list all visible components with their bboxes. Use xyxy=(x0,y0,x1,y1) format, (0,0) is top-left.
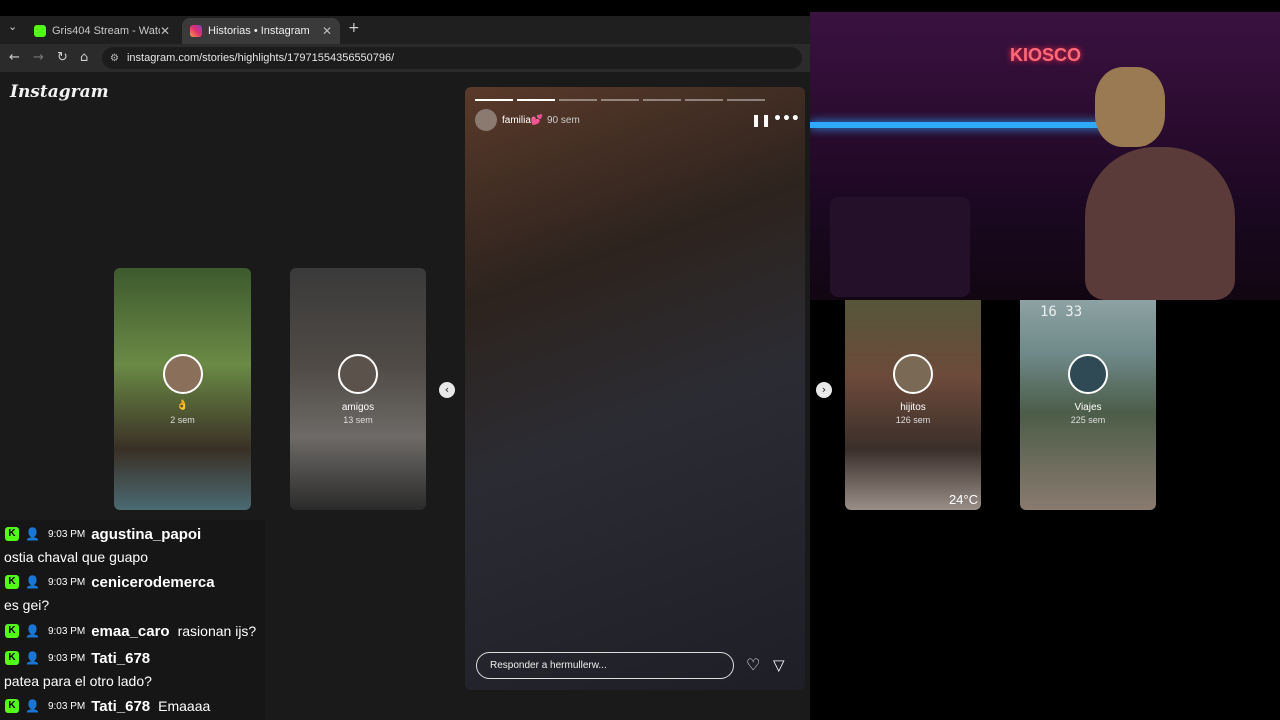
tab-title: Gris404 Stream - Watch Live o xyxy=(52,25,160,37)
progress-segment xyxy=(601,99,639,101)
close-icon[interactable]: ✕ xyxy=(322,24,332,38)
chat-username[interactable]: emaa_caro xyxy=(91,623,169,640)
highlight-age: 126 sem xyxy=(895,415,931,425)
highlight-age: 13 sem xyxy=(343,415,373,425)
story-username[interactable]: familia💕 xyxy=(502,115,543,126)
progress-segment xyxy=(475,99,513,101)
highlight-name: hijitos xyxy=(900,402,926,413)
webcam-overlay: KIOSCO xyxy=(810,12,1280,300)
progress-segment xyxy=(685,99,723,101)
progress-segment xyxy=(643,99,681,101)
url-field[interactable]: ⚙ instagram.com/stories/highlights/17971… xyxy=(102,47,802,69)
kick-badge-icon: K xyxy=(5,699,19,713)
highlight-avatar xyxy=(893,354,933,394)
reload-icon[interactable]: ↻ xyxy=(57,50,68,65)
chat-time: 9:03 PM xyxy=(47,652,86,664)
chat-text: Emaaaa xyxy=(158,698,211,714)
url-text: instagram.com/stories/highlights/1797155… xyxy=(126,52,395,64)
chat-message: K 👤 9:03 PM emaa_caro rasionan ijs? xyxy=(0,619,256,643)
kick-favicon-icon xyxy=(34,25,46,37)
chat-time: 9:03 PM xyxy=(47,625,86,637)
reply-input[interactable]: Responder a hermullerw... xyxy=(476,652,734,679)
chat-username[interactable]: Tati_678 xyxy=(91,650,150,667)
highlight-thumbnail[interactable]: 👌 2 sem xyxy=(114,268,251,510)
highlight-name: Viajes xyxy=(1074,402,1102,413)
user-icon: 👤 xyxy=(25,699,40,713)
neon-led-strip xyxy=(810,122,1110,128)
tab-instagram[interactable]: Historias • Instagram ✕ xyxy=(182,18,340,44)
highlight-emoji: 👌 xyxy=(176,400,189,411)
new-tab-button[interactable]: + xyxy=(348,20,360,36)
chat-username[interactable]: cenicerodemerca xyxy=(91,574,214,591)
site-info-icon[interactable]: ⚙ xyxy=(110,53,119,64)
progress-segment xyxy=(559,99,597,101)
chat-message: K 👤 9:03 PM cenicerodemerca xyxy=(0,570,223,594)
instagram-logo[interactable]: Instagram xyxy=(10,82,109,102)
reply-placeholder: Responder a hermullerw... xyxy=(490,660,607,671)
highlight-age: 225 sem xyxy=(1070,415,1106,425)
tab-search-icon[interactable]: ⌄ xyxy=(8,20,17,33)
tab-kick-stream[interactable]: Gris404 Stream - Watch Live o ✕ xyxy=(26,18,178,44)
chat-text: rasionan ijs? xyxy=(177,623,257,639)
close-icon[interactable]: ✕ xyxy=(160,24,170,38)
kick-badge-icon: K xyxy=(5,575,19,589)
cat-sticker xyxy=(1095,67,1165,147)
kick-badge-icon: K xyxy=(5,624,19,638)
progress-segment xyxy=(517,99,555,101)
like-heart-icon[interactable]: ♡ xyxy=(746,655,760,674)
chat-time: 9:03 PM xyxy=(47,576,86,588)
chat-time: 9:03 PM xyxy=(47,528,86,540)
clock-sticker: 16 33 xyxy=(1040,304,1083,320)
chat-username[interactable]: Tati_678 xyxy=(91,698,150,715)
next-story-arrow-icon[interactable]: › xyxy=(816,382,832,398)
story-age: 90 sem xyxy=(547,115,580,126)
highlight-name: amigos xyxy=(341,402,375,413)
chat-text: patea para el otro lado? xyxy=(4,673,152,689)
user-icon: 👤 xyxy=(25,527,40,541)
temperature-sticker: 24°C xyxy=(948,492,978,507)
pause-icon[interactable]: ❚❚ xyxy=(751,113,771,127)
previous-story-arrow-icon[interactable]: ‹ xyxy=(439,382,455,398)
chat-message: K 👤 9:03 PM Tati_678 Emaaaa xyxy=(0,694,210,718)
kick-badge-icon: K xyxy=(5,651,19,665)
progress-segment xyxy=(727,99,765,101)
home-icon[interactable]: ⌂ xyxy=(80,50,88,65)
forward-icon[interactable]: → xyxy=(33,50,44,65)
kick-badge-icon: K xyxy=(5,527,19,541)
chat-message: K 👤 9:03 PM Tati_678 xyxy=(0,646,158,670)
highlight-avatar xyxy=(162,354,203,394)
streamer-figure xyxy=(1085,147,1235,300)
chat-username[interactable]: agustina_papoi xyxy=(91,526,201,543)
chair-shape xyxy=(830,197,970,297)
tab-title: Historias • Instagram xyxy=(208,25,310,37)
neon-sign: KIOSCO xyxy=(1010,45,1082,65)
story-viewer[interactable]: familia💕 90 sem ❚❚ ••• Responder a hermu… xyxy=(465,87,805,690)
back-icon[interactable]: ← xyxy=(9,50,20,65)
user-icon: 👤 xyxy=(25,624,40,638)
user-icon: 👤 xyxy=(25,651,40,665)
highlight-thumbnail[interactable]: 16 33 Viajes 225 sem xyxy=(1020,268,1156,510)
chat-message: K 👤 9:03 PM agustina_papoi xyxy=(0,522,209,546)
highlight-avatar xyxy=(338,354,378,394)
browser-toolbar: ← → ↻ ⌂ ⚙ instagram.com/stories/highligh… xyxy=(0,44,810,72)
highlight-avatar xyxy=(1068,354,1108,394)
send-message-icon[interactable]: ▽ xyxy=(773,656,785,674)
highlight-thumbnail[interactable]: amigos 13 sem xyxy=(290,268,426,510)
chat-text: ostia chaval que guapo xyxy=(4,549,148,565)
story-avatar[interactable] xyxy=(475,109,497,131)
highlight-age: 2 sem xyxy=(170,415,195,425)
story-photo xyxy=(465,87,805,690)
more-options-icon[interactable]: ••• xyxy=(773,111,800,127)
chat-text: es gei? xyxy=(4,597,50,613)
browser-tab-strip: ⌄ Gris404 Stream - Watch Live o ✕ Histor… xyxy=(0,16,810,44)
highlight-thumbnail[interactable]: hijitos 126 sem 24°C xyxy=(845,268,981,510)
chat-time: 9:03 PM xyxy=(47,700,86,712)
instagram-favicon-icon xyxy=(190,25,202,37)
user-icon: 👤 xyxy=(25,575,40,589)
